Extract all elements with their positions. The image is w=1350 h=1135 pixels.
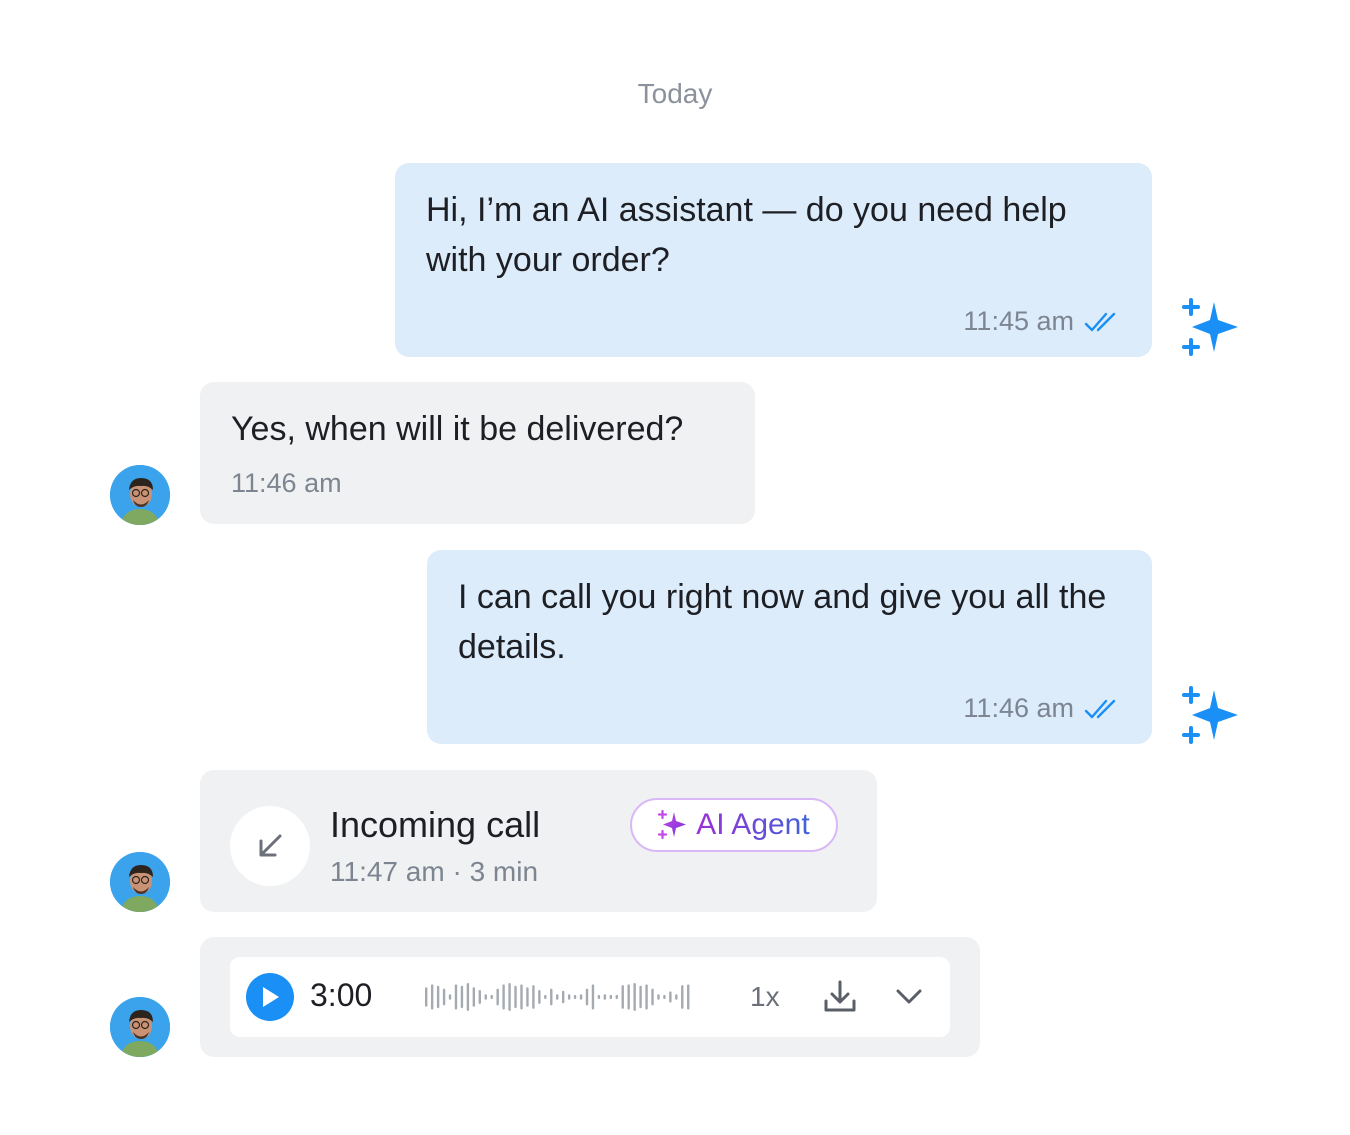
waveform-bar: [573, 994, 577, 1000]
waveform-bar: [448, 994, 452, 1000]
chevron-down-icon[interactable]: [894, 983, 924, 1009]
waveform-bar: [669, 991, 672, 1003]
download-icon[interactable]: [820, 977, 860, 1017]
play-button[interactable]: [246, 973, 294, 1021]
waveform-bar: [663, 994, 666, 1000]
waveform-bar: [496, 988, 499, 1006]
day-separator: Today: [637, 78, 713, 109]
waveform-bar: [651, 988, 654, 1006]
audio-player: 3:00 1x: [230, 957, 950, 1037]
call-meta: 11:47 am · 3 min: [330, 856, 538, 888]
waveform-bar: [609, 994, 613, 1000]
sparkle-icon: [658, 810, 687, 840]
waveform-bar: [538, 990, 541, 1004]
waveform-bar: [532, 985, 535, 1009]
waveform-bar: [687, 984, 690, 1010]
message-meta: 11:45 am: [963, 306, 1122, 337]
waveform-bar: [675, 994, 678, 1000]
waveform-bar: [436, 985, 440, 1009]
waveform-bar: [466, 983, 470, 1011]
incoming-call-card[interactable]: Incoming call 11:47 am · 3 min AI Agent: [200, 770, 877, 912]
call-title: Incoming call: [330, 804, 541, 845]
person-avatar-image: [110, 997, 170, 1057]
waveform-bar: [591, 984, 595, 1010]
person-avatar-image: [110, 465, 170, 525]
waveform-bar: [603, 994, 607, 1000]
person-avatar-image: [110, 852, 170, 912]
avatar[interactable]: [110, 997, 170, 1057]
incoming-message[interactable]: Yes, when will it be delivered? 11:46 am: [200, 382, 755, 524]
waveform[interactable]: [424, 981, 692, 1013]
waveform-bar: [585, 988, 589, 1006]
incoming-arrow-icon: [259, 834, 282, 857]
waveform-bar: [502, 984, 505, 1010]
message-text: Hi, I’m an AI assistant — do you need he…: [426, 191, 1067, 279]
call-recording-card: 3:00 1x: [200, 937, 980, 1057]
waveform-bar: [526, 987, 529, 1007]
message-time: 11:46 am: [231, 468, 342, 498]
audio-duration: 3:00: [310, 977, 373, 1013]
waveform-bar: [425, 987, 428, 1007]
waveform-bar: [430, 984, 434, 1010]
waveform-bar: [478, 990, 481, 1004]
waveform-bar: [520, 984, 523, 1010]
waveform-bar: [639, 985, 642, 1009]
waveform-bar: [627, 984, 630, 1010]
message-text: Yes, when will it be delivered?: [231, 410, 684, 448]
waveform-bar: [460, 985, 464, 1009]
double-check-icon: [1084, 699, 1116, 718]
call-duration: 3 min: [469, 856, 539, 887]
waveform-bar: [567, 994, 571, 1000]
ai-sparkle-icon: [1182, 686, 1238, 744]
waveform-bar: [579, 994, 583, 1000]
ai-agent-label: AI Agent: [696, 808, 810, 841]
waveform-bar: [550, 988, 553, 1006]
waveform-bar: [615, 994, 618, 1000]
waveform-bar: [508, 983, 511, 1011]
waveform-bar: [561, 990, 565, 1004]
message-text: I can call you right now and give you al…: [458, 578, 1107, 666]
avatar[interactable]: [110, 852, 170, 912]
playback-speed-button[interactable]: 1x: [750, 981, 780, 1013]
double-check-icon: [1084, 312, 1116, 331]
play-icon: [263, 987, 279, 1007]
waveform-bar: [484, 994, 487, 1000]
outgoing-message[interactable]: Hi, I’m an AI assistant — do you need he…: [395, 163, 1152, 357]
call-direction-badge: [230, 806, 310, 886]
call-time: 11:47 am: [330, 856, 445, 887]
waveform-bar: [597, 994, 601, 1000]
waveform-bar: [454, 984, 458, 1010]
ai-agent-badge[interactable]: AI Agent: [630, 798, 838, 852]
waveform-bar: [514, 985, 517, 1009]
message-time: 11:46 am: [963, 693, 1074, 723]
waveform-bar: [621, 985, 624, 1009]
message-meta: 11:46 am: [963, 693, 1122, 724]
waveform-bar: [633, 983, 636, 1011]
waveform-bar: [645, 984, 648, 1010]
message-time: 11:45 am: [963, 306, 1074, 336]
waveform-bar: [556, 994, 559, 1000]
waveform-bar: [544, 994, 547, 1000]
waveform-bar: [472, 987, 476, 1007]
waveform-bar: [490, 994, 493, 1000]
ai-sparkle-icon: [1182, 298, 1238, 356]
waveform-bar: [442, 988, 446, 1006]
separator-dot: ·: [452, 856, 470, 887]
outgoing-message[interactable]: I can call you right now and give you al…: [427, 550, 1152, 744]
waveform-bar: [681, 985, 684, 1009]
waveform-bar: [657, 994, 660, 1000]
avatar[interactable]: [110, 465, 170, 525]
